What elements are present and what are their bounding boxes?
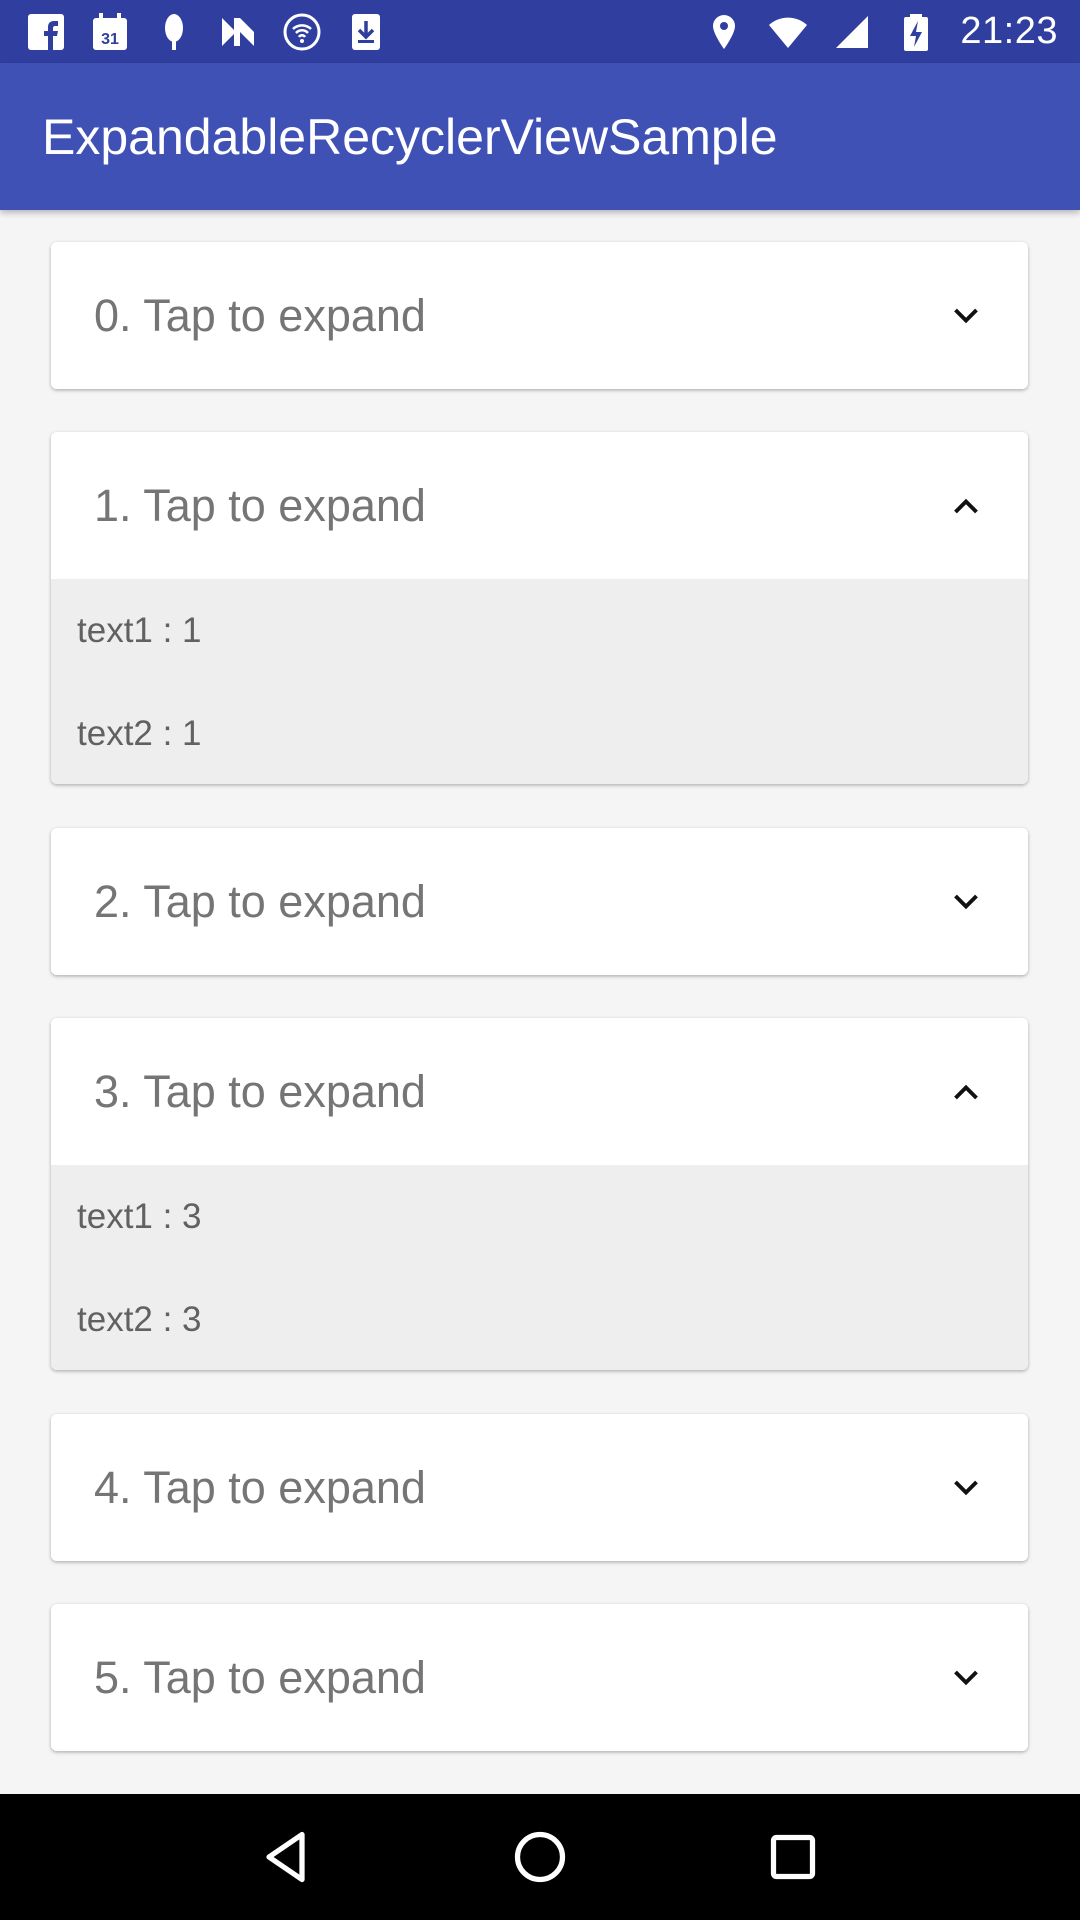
child-text: text2 : 3: [77, 1300, 202, 1339]
list-item: 4. Tap to expand: [51, 1414, 1028, 1561]
list-item: 1. Tap to expand text1 : 1 text2 : 1: [51, 432, 1028, 784]
chevron-up-icon: [946, 486, 986, 526]
notification-icons: 31: [26, 12, 386, 52]
back-icon[interactable]: [247, 1817, 327, 1897]
expandable-list[interactable]: 0. Tap to expand 1. Tap to expand text1 …: [0, 210, 1080, 1794]
svg-text:31: 31: [101, 31, 119, 48]
download-icon: [346, 12, 386, 52]
navigation-bar: [0, 1794, 1080, 1920]
wifi-circle-icon: [282, 12, 322, 52]
system-icons: 21:23: [704, 10, 1058, 53]
group-title: 2. Tap to expand: [94, 875, 426, 927]
group-title: 4. Tap to expand: [94, 1461, 426, 1513]
wifi-icon: [768, 12, 808, 52]
location-icon: [704, 12, 744, 52]
child-list: text1 : 3 text2 : 3: [51, 1165, 1028, 1370]
home-icon[interactable]: [500, 1817, 580, 1897]
app-title: ExpandableRecyclerViewSample: [42, 108, 778, 165]
list-item: 2. Tap to expand: [51, 828, 1028, 975]
group-title: 3. Tap to expand: [94, 1065, 426, 1117]
n-logo-icon: [218, 12, 258, 52]
calendar-icon: 31: [90, 12, 130, 52]
list-item: 5. Tap to expand: [51, 1604, 1028, 1751]
status-bar: 31 21:23: [0, 0, 1080, 63]
group-header-2[interactable]: 2. Tap to expand: [51, 828, 1028, 975]
chevron-up-icon: [946, 1072, 986, 1112]
recents-icon[interactable]: [753, 1817, 833, 1897]
group-header-4[interactable]: 4. Tap to expand: [51, 1414, 1028, 1561]
signal-icon: [832, 12, 872, 52]
chevron-down-icon: [946, 1468, 986, 1508]
group-title: 0. Tap to expand: [94, 289, 426, 341]
list-item: 0. Tap to expand: [51, 242, 1028, 389]
battery-charging-icon: [896, 12, 936, 52]
group-header-5[interactable]: 5. Tap to expand: [51, 1604, 1028, 1751]
child-text: text1 : 3: [77, 1197, 202, 1236]
list-item: 3. Tap to expand text1 : 3 text2 : 3: [51, 1018, 1028, 1370]
child-text: text1 : 1: [77, 611, 202, 650]
chevron-down-icon: [946, 882, 986, 922]
group-header-3[interactable]: 3. Tap to expand: [51, 1018, 1028, 1165]
clock: 21:23: [960, 10, 1058, 52]
child-text: text2 : 1: [77, 714, 202, 753]
chevron-down-icon: [946, 296, 986, 336]
group-header-1[interactable]: 1. Tap to expand: [51, 432, 1028, 579]
group-header-0[interactable]: 0. Tap to expand: [51, 242, 1028, 389]
group-title: 5. Tap to expand: [94, 1651, 426, 1703]
child-list: text1 : 1 text2 : 1: [51, 579, 1028, 784]
facebook-icon: [26, 12, 66, 52]
group-title: 1. Tap to expand: [94, 479, 426, 531]
chevron-down-icon: [946, 1658, 986, 1698]
nature-icon: [154, 12, 194, 52]
app-bar: ExpandableRecyclerViewSample: [0, 63, 1080, 210]
